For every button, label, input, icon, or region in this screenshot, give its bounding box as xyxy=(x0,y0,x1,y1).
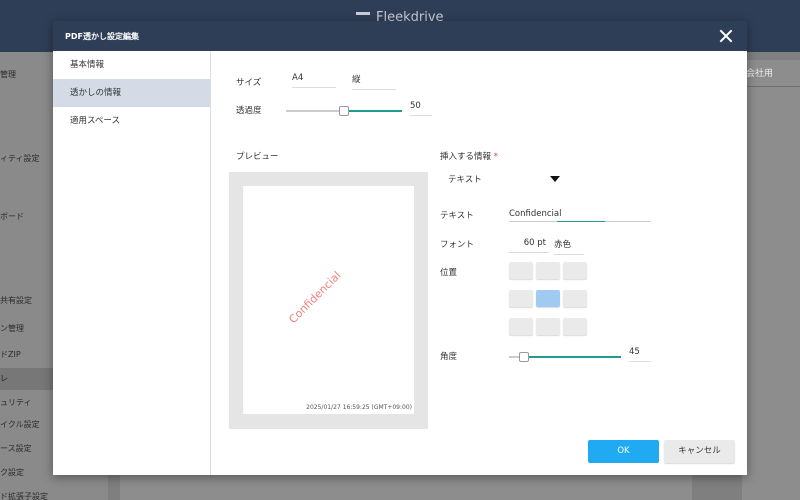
font-color-value[interactable]: 赤色 xyxy=(554,238,584,255)
dialog-nav: 基本情報 透かしの情報 適用スペース xyxy=(53,51,211,475)
watermark-edit-dialog: PDF透かし設定編集 基本情報 透かしの情報 適用スペース サイズ A4 縦 透… xyxy=(53,21,747,475)
bg-right-label: 会社用 xyxy=(746,69,774,79)
font-label: フォント xyxy=(440,240,475,250)
position-middle-right[interactable] xyxy=(563,290,587,307)
angle-value[interactable]: 45 xyxy=(629,347,651,362)
position-label: 位置 xyxy=(440,268,458,278)
angle-label: 角度 xyxy=(440,352,458,362)
opacity-slider-fill xyxy=(344,110,402,112)
font-size-input[interactable]: 60 pt xyxy=(509,238,549,253)
preview-watermark: Confidencial xyxy=(286,268,344,327)
bg-sidebar-item[interactable]: ド拡張子設定 xyxy=(0,486,108,500)
dialog-content: サイズ A4 縦 透過度 50 プレビュー Confidencial 2025/… xyxy=(212,51,747,475)
preview-area: Confidencial 2025/01/27 16:59:25 (GMT+09… xyxy=(229,172,428,429)
size-label: サイズ xyxy=(236,78,262,88)
insert-info-select[interactable]: テキスト xyxy=(448,173,482,185)
text-label: テキスト xyxy=(440,211,474,221)
position-middle-center[interactable] xyxy=(536,290,560,307)
chevron-down-icon[interactable] xyxy=(550,176,560,182)
position-top-left[interactable] xyxy=(509,262,533,279)
opacity-label: 透過度 xyxy=(236,106,262,116)
cancel-button[interactable]: キャンセル xyxy=(664,440,735,463)
position-top-center[interactable] xyxy=(536,262,560,279)
font-unit: pt xyxy=(537,238,546,248)
position-bottom-center[interactable] xyxy=(536,318,560,335)
position-top-right[interactable] xyxy=(563,262,587,279)
nav-basic-info[interactable]: 基本情報 xyxy=(53,51,210,79)
preview-page: Confidencial 2025/01/27 16:59:25 (GMT+09… xyxy=(243,186,414,414)
insert-info-label: 挿入する情報 * xyxy=(440,152,498,162)
size-value[interactable]: A4 xyxy=(292,73,336,88)
ok-button[interactable]: OK xyxy=(588,440,659,463)
required-mark: * xyxy=(493,152,498,162)
opacity-value[interactable]: 50 xyxy=(410,101,432,116)
bg-right-panel xyxy=(742,60,800,500)
text-input-focus-line xyxy=(557,221,605,222)
dialog-header: PDF透かし設定編集 xyxy=(53,21,747,51)
orientation-value[interactable]: 縦 xyxy=(352,73,396,90)
position-middle-left[interactable] xyxy=(509,290,533,307)
position-bottom-right[interactable] xyxy=(563,318,587,335)
angle-slider-thumb[interactable] xyxy=(519,352,529,362)
nav-watermark-info[interactable]: 透かしの情報 xyxy=(53,79,210,107)
angle-slider-fill xyxy=(524,356,621,358)
preview-label: プレビュー xyxy=(236,152,279,162)
dialog-title: PDF透かし設定編集 xyxy=(65,31,139,41)
nav-apply-space[interactable]: 適用スペース xyxy=(53,107,210,135)
opacity-slider-thumb[interactable] xyxy=(339,106,349,116)
bg-divider xyxy=(742,86,800,87)
close-icon[interactable] xyxy=(719,29,733,43)
preview-timestamp: 2025/01/27 16:59:25 (GMT+09:00) xyxy=(306,404,412,411)
position-bottom-left[interactable] xyxy=(509,318,533,335)
